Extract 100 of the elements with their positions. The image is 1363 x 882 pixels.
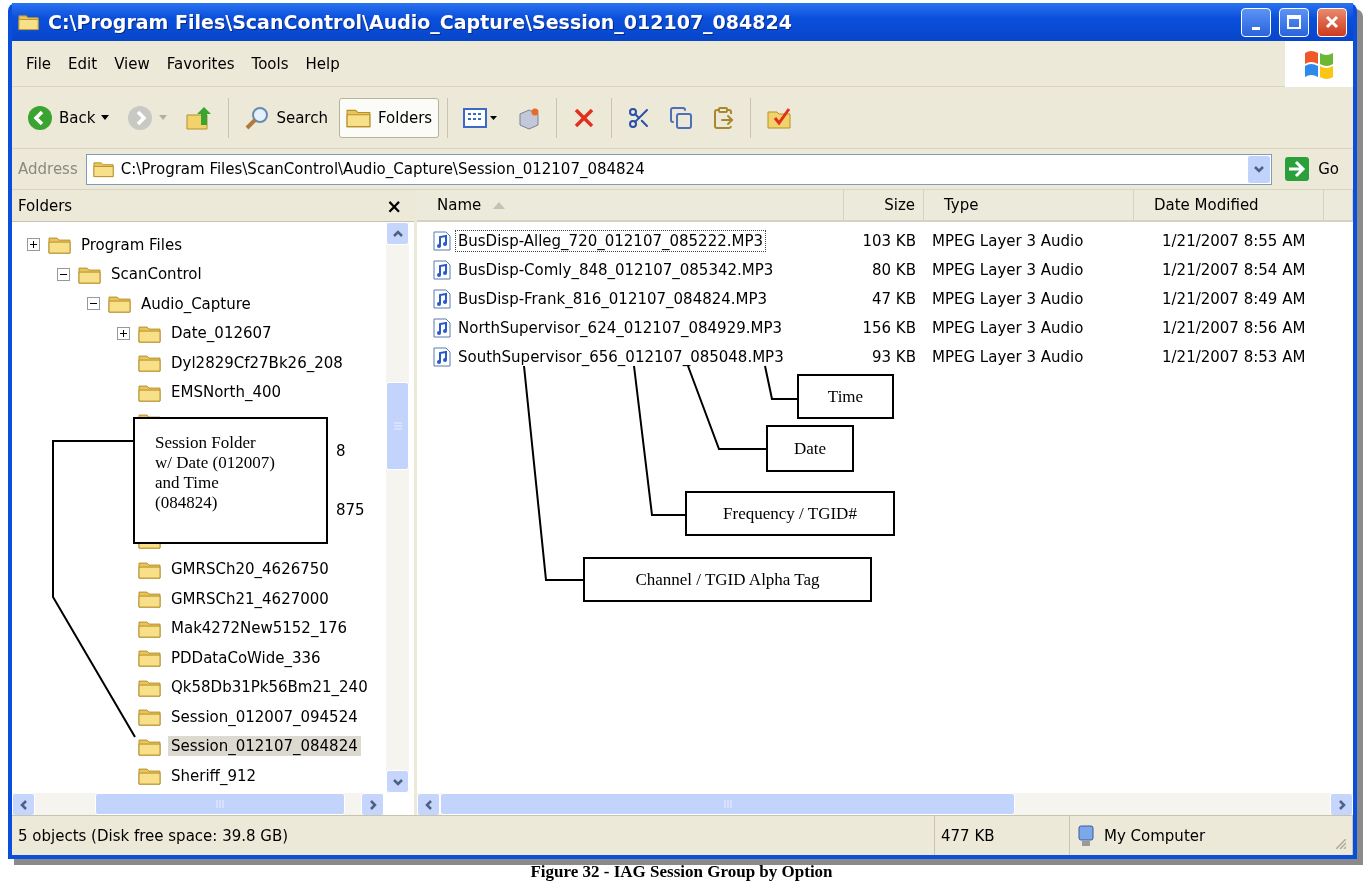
column-header[interactable]: Size [844, 190, 924, 220]
expand-toggle[interactable] [56, 267, 70, 281]
folders-button[interactable]: Folders [338, 97, 440, 138]
callout-label: Frequency / TGID# [685, 491, 895, 536]
menu-item[interactable]: Favorites [162, 54, 248, 73]
vertical-scrollbar[interactable] [386, 222, 410, 793]
scroll-down-button[interactable] [386, 770, 410, 793]
file-type: MPEG Layer 3 Audio [931, 289, 1085, 308]
menu-item[interactable]: Edit [64, 54, 111, 73]
music-file-icon [433, 259, 451, 280]
file-type: MPEG Layer 3 Audio [931, 231, 1085, 250]
file-type: MPEG Layer 3 Audio [931, 260, 1085, 279]
callout-label: Time [797, 374, 894, 419]
column-header[interactable]: Name [417, 190, 844, 220]
search-icon [244, 104, 271, 131]
folder-icon [138, 323, 162, 343]
window-title: C:\Program Files\ScanControl\Audio_Capture\Session_012107_084824 [48, 11, 793, 33]
scroll-right-button[interactable] [361, 793, 385, 816]
expand-toggle[interactable] [26, 238, 40, 252]
column-header[interactable]: Type [924, 190, 1134, 220]
folder-icon [138, 677, 162, 697]
maximize-icon [1286, 14, 1302, 30]
folder-icon [48, 235, 72, 255]
file-date: 1/21/2007 8:53 AM [1161, 347, 1307, 366]
menu-item[interactable]: Tools [247, 54, 302, 73]
music-file-icon [433, 346, 451, 367]
sort-arrow-icon [493, 201, 506, 209]
folder-icon [138, 353, 162, 373]
maximize-button[interactable] [1279, 7, 1309, 37]
scrollbar-thumb[interactable] [440, 793, 1015, 815]
folder-icon [138, 382, 162, 402]
menu-item[interactable]: Help [301, 54, 353, 73]
scrollbar-thumb[interactable] [386, 382, 410, 470]
folder-icon [138, 766, 162, 786]
back-button[interactable]: Back [20, 97, 117, 138]
music-file-icon [433, 288, 451, 309]
folder-icon [345, 107, 372, 128]
plus-icon [28, 240, 38, 250]
address-field[interactable]: C:\Program Files\ScanControl\Audio_Capture\Session_012107_084824 [85, 153, 1273, 185]
status-zone: My Computer [1104, 826, 1206, 845]
file-size: 93 KB [871, 347, 917, 366]
folder-up-arrow-icon [185, 104, 214, 131]
column-header[interactable]: Date Modified [1134, 190, 1324, 220]
file-name[interactable]: NorthSupervisor_624_012107_084929.MP3 [455, 316, 786, 339]
file-size: 156 KB [861, 318, 917, 337]
close-pane-button[interactable]: × [386, 194, 403, 217]
file-size: 47 KB [871, 289, 917, 308]
menu-item[interactable]: View [110, 54, 163, 73]
minimize-icon [1252, 26, 1260, 30]
tree-item[interactable]: 8 [336, 442, 346, 461]
search-button[interactable]: Search [237, 97, 335, 138]
scroll-right-button[interactable] [1330, 793, 1353, 816]
folder-icon [18, 13, 40, 31]
plus-icon [118, 328, 128, 338]
file-name[interactable]: BusDisp-Comly_848_012107_085342.MP3 [455, 258, 777, 281]
file-name[interactable]: BusDisp-Frank_816_012107_084824.MP3 [455, 287, 771, 310]
copy-icon [669, 105, 694, 130]
minimize-button[interactable] [1241, 7, 1271, 37]
file-name[interactable]: BusDisp-Alleg_720_012107_085222.MP3 [455, 229, 767, 252]
go-button[interactable]: Go [1280, 156, 1347, 182]
horizontal-scrollbar[interactable] [417, 793, 1353, 815]
caret-icon [101, 115, 110, 120]
scrollbar-thumb[interactable] [95, 793, 345, 815]
file-date: 1/21/2007 8:55 AM [1161, 231, 1307, 250]
music-file-icon [433, 230, 451, 251]
file-type: MPEG Layer 3 Audio [931, 347, 1085, 366]
callout-label: Channel / TGID Alpha Tag [583, 557, 872, 602]
close-icon [1324, 14, 1340, 30]
file-date: 1/21/2007 8:54 AM [1161, 260, 1307, 279]
file-size: 103 KB [861, 231, 917, 250]
horizontal-scrollbar[interactable] [12, 793, 385, 815]
callout-label: Date [766, 425, 854, 472]
status-size: 477 KB [941, 826, 995, 845]
file-name[interactable]: SouthSupervisor_656_012107_085048.MP3 [455, 345, 787, 368]
scroll-up-button[interactable] [386, 222, 410, 245]
folder-icon [108, 294, 132, 314]
tree-item[interactable]: 875 [336, 501, 365, 520]
address-label: Address [18, 160, 78, 178]
callout-note: Session Folder w/ Date (012007) and Time (084824) [133, 417, 328, 544]
folder-icon [138, 736, 162, 756]
music-file-icon [433, 317, 451, 338]
scroll-left-button[interactable] [12, 793, 35, 816]
computer-icon [1076, 823, 1096, 848]
folder-icon [138, 618, 162, 638]
folder-icon [138, 589, 162, 609]
file-size: 80 KB [871, 260, 917, 279]
scroll-left-button[interactable] [417, 793, 440, 816]
tree-item[interactable]: Session_012107_084824 [168, 736, 361, 757]
expand-toggle[interactable] [86, 297, 100, 311]
file-date: 1/21/2007 8:49 AM [1161, 289, 1307, 308]
figure-caption: Figure 32 - IAG Session Group by Option [529, 862, 834, 881]
file-date: 1/21/2007 8:56 AM [1161, 318, 1307, 337]
menu-item[interactable]: File [22, 54, 65, 73]
folder-icon [138, 559, 162, 579]
expand-toggle[interactable] [116, 326, 130, 340]
clipboard-icon [711, 105, 736, 130]
close-button[interactable] [1317, 7, 1347, 37]
status-summary: 5 objects (Disk free space: 39.8 GB) [18, 826, 289, 845]
folder-icon [138, 648, 162, 668]
pane-title: Folders [18, 196, 73, 215]
